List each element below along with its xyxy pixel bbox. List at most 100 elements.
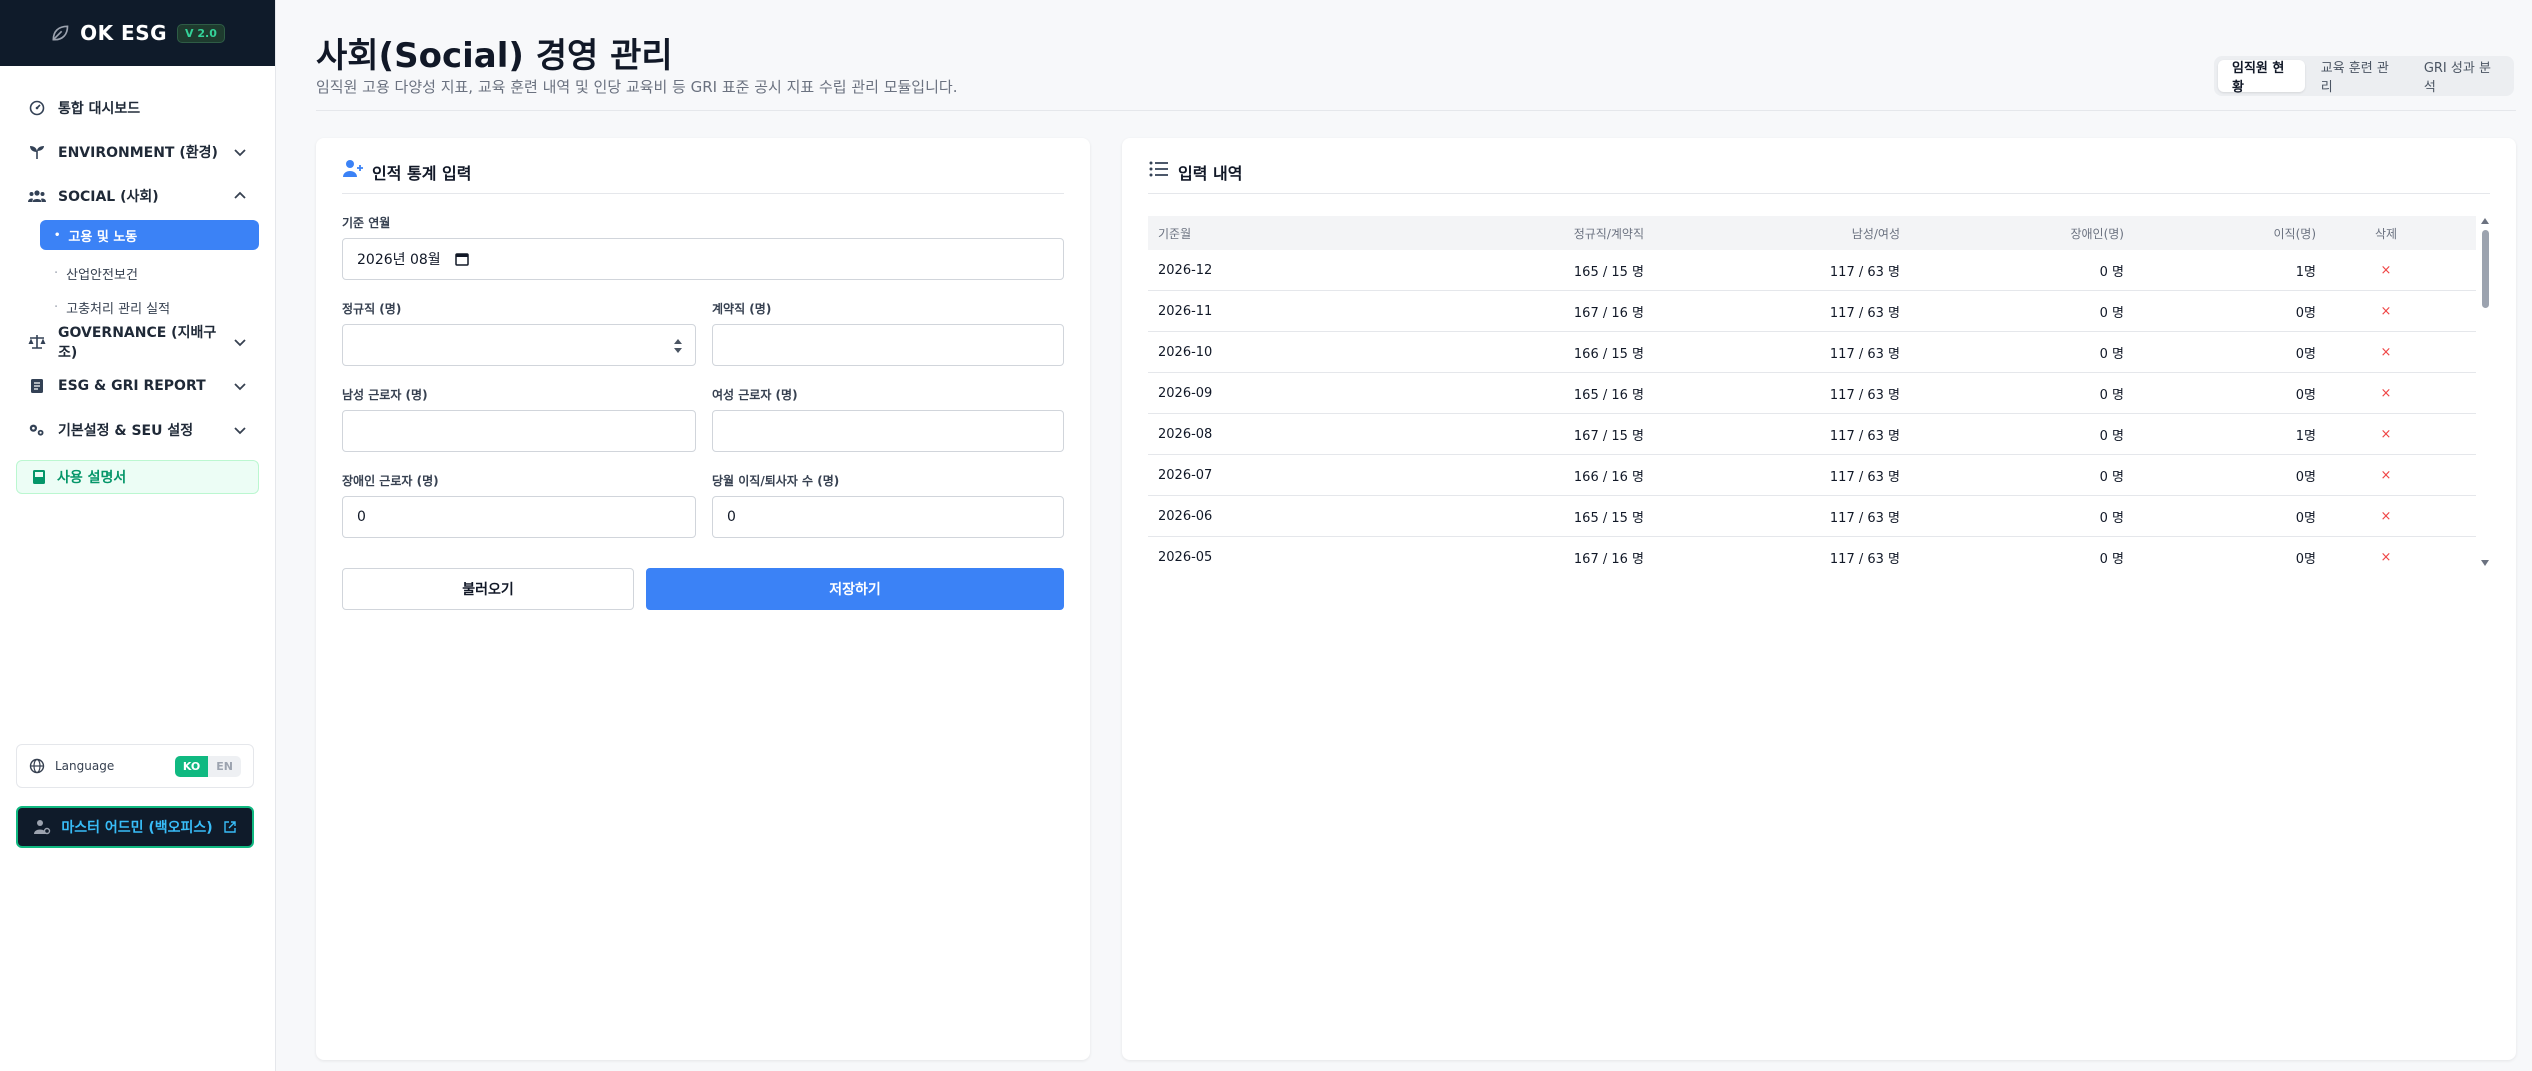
sidebar-item-settings[interactable]: 기본설정 & SEU 설정 xyxy=(16,416,259,444)
turnover-input[interactable]: 0 xyxy=(712,496,1064,538)
table-row: 2026-05 167 / 16 명 117 / 63 명 0 명 0명 × xyxy=(1148,537,2476,568)
table-row: 2026-12 165 / 15 명 117 / 63 명 0 명 1명 × xyxy=(1148,250,2476,291)
language-en-button[interactable]: EN xyxy=(208,756,241,777)
history-card-title: 입력 내역 xyxy=(1148,160,2490,194)
scale-icon xyxy=(28,333,46,351)
cell-month: 2026-07 xyxy=(1158,467,1213,483)
number-stepper-icon[interactable] xyxy=(673,337,683,355)
sidebar-item-environment[interactable]: ENVIRONMENT (환경) xyxy=(16,138,259,166)
language-switcher: Language KO EN xyxy=(16,744,254,788)
sidebar: OK ESG V 2.0 통합 대시보드 ENVIRONMENT (환경) SO… xyxy=(0,0,276,1071)
cell-male-female: 117 / 63 명 xyxy=(1829,510,1900,526)
globe-icon xyxy=(29,758,45,774)
cell-disabled: 0 명 xyxy=(2099,346,2124,362)
table-row: 2026-09 165 / 16 명 117 / 63 명 0 명 0명 × xyxy=(1148,373,2476,414)
table-row: 2026-11 167 / 16 명 117 / 63 명 0 명 0명 × xyxy=(1148,291,2476,332)
table-row: 2026-06 165 / 15 명 117 / 63 명 0 명 0명 × xyxy=(1148,496,2476,537)
sidebar-subitem-grievance[interactable]: 고충처리 관리 실적 xyxy=(40,294,259,320)
load-button[interactable]: 불러오기 xyxy=(342,568,634,610)
delete-row-button[interactable]: × xyxy=(2316,386,2456,401)
cell-month: 2026-11 xyxy=(1158,303,1213,319)
delete-row-button[interactable]: × xyxy=(2316,509,2456,524)
cell-month: 2026-10 xyxy=(1158,344,1213,360)
hr-stats-form-card: 인적 통계 입력 기준 연월 2026년 08월 정규직 (명) 계약직 (명)… xyxy=(316,138,1090,1060)
contract-label: 계약직 (명) xyxy=(712,302,772,316)
table-scrollbar[interactable] xyxy=(2478,216,2492,568)
sidebar-nav: 통합 대시보드 ENVIRONMENT (환경) SOCIAL (사회) 고용 … xyxy=(0,66,275,494)
sidebar-item-label: SOCIAL (사회) xyxy=(58,189,159,205)
cell-month: 2026-05 xyxy=(1158,550,1213,565)
users-icon xyxy=(28,187,46,205)
history-card: 입력 내역 기준월 정규직/계약직 남성/여성 장애인(명) 이직(명) 삭제 … xyxy=(1122,138,2516,1060)
delete-row-button[interactable]: × xyxy=(2316,304,2456,319)
external-link-icon xyxy=(223,821,236,833)
delete-row-button[interactable]: × xyxy=(2316,263,2456,278)
regular-label: 정규직 (명) xyxy=(342,302,402,316)
delete-row-button[interactable]: × xyxy=(2316,345,2456,360)
cell-turnover: 1명 xyxy=(2295,428,2316,444)
cell-turnover: 0명 xyxy=(2295,469,2316,485)
cell-regular-contract: 167 / 15 명 xyxy=(1573,428,1644,444)
tab-training-management[interactable]: 교육 훈련 관리 xyxy=(2307,60,2408,95)
cell-male-female: 117 / 63 명 xyxy=(1829,387,1900,403)
sidebar-item-report[interactable]: ESG & GRI REPORT xyxy=(16,372,259,400)
calendar-icon[interactable] xyxy=(454,252,469,266)
language-toggle: KO EN xyxy=(174,755,241,777)
delete-row-button[interactable]: × xyxy=(2316,427,2456,442)
brand-header[interactable]: OK ESG V 2.0 xyxy=(0,0,275,66)
tab-gri-analysis[interactable]: GRI 성과 분석 xyxy=(2410,60,2510,95)
cell-male-female: 117 / 63 명 xyxy=(1829,264,1900,280)
form-title-text: 인적 통계 입력 xyxy=(372,164,472,183)
sidebar-subitem-employment[interactable]: 고용 및 노동 xyxy=(40,220,259,250)
cell-turnover: 0명 xyxy=(2295,552,2316,567)
language-ko-button[interactable]: KO xyxy=(174,755,209,777)
column-header: 삭제 xyxy=(2374,226,2398,241)
sidebar-item-social[interactable]: SOCIAL (사회) xyxy=(16,182,259,210)
delete-row-button[interactable]: × xyxy=(2316,468,2456,483)
page-title: 사회(Social) 경영 관리 xyxy=(316,36,673,76)
column-header: 기준월 xyxy=(1158,226,1192,241)
column-header: 장애인(명) xyxy=(2070,226,2124,241)
cell-regular-contract: 167 / 16 명 xyxy=(1573,305,1644,321)
scroll-up-icon[interactable] xyxy=(2480,216,2490,226)
save-button[interactable]: 저장하기 xyxy=(646,568,1064,610)
chevron-down-icon xyxy=(234,427,246,435)
tab-employee-status[interactable]: 임직원 현황 xyxy=(2218,60,2305,95)
female-input[interactable] xyxy=(712,410,1064,452)
sidebar-item-dashboard[interactable]: 통합 대시보드 xyxy=(16,94,259,122)
month-input[interactable]: 2026년 08월 xyxy=(342,238,1064,280)
turnover-value: 0 xyxy=(727,509,736,525)
cell-regular-contract: 167 / 16 명 xyxy=(1573,552,1644,567)
chevron-down-icon xyxy=(234,383,246,391)
sidebar-subitem-safety[interactable]: 산업안전보건 xyxy=(40,260,259,286)
cell-male-female: 117 / 63 명 xyxy=(1829,346,1900,362)
version-badge: V 2.0 xyxy=(177,23,225,43)
cell-disabled: 0 명 xyxy=(2099,387,2124,403)
scrollbar-thumb[interactable] xyxy=(2482,230,2489,308)
table-row: 2026-08 167 / 15 명 117 / 63 명 0 명 1명 × xyxy=(1148,414,2476,455)
column-header: 이직(명) xyxy=(2273,226,2316,241)
history-table[interactable]: 기준월 정규직/계약직 남성/여성 장애인(명) 이직(명) 삭제 2026-1… xyxy=(1148,216,2492,568)
delete-row-button[interactable]: × xyxy=(2316,550,2456,565)
regular-input[interactable] xyxy=(342,324,696,366)
sidebar-item-label: 기본설정 & SEU 설정 xyxy=(58,423,194,439)
sidebar-item-label: ESG & GRI REPORT xyxy=(58,378,206,394)
cell-disabled: 0 명 xyxy=(2099,305,2124,321)
cell-disabled: 0 명 xyxy=(2099,552,2124,567)
leaf-icon xyxy=(28,143,46,161)
contract-input[interactable] xyxy=(712,324,1064,366)
brand-name: OK ESG xyxy=(80,21,168,45)
cell-regular-contract: 166 / 16 명 xyxy=(1573,469,1644,485)
user-guide-button[interactable]: 사용 설명서 xyxy=(16,460,259,494)
male-input[interactable] xyxy=(342,410,696,452)
disabled-input[interactable]: 0 xyxy=(342,496,696,538)
month-value: 2026년 08월 xyxy=(357,252,441,268)
report-icon xyxy=(28,377,46,395)
cell-disabled: 0 명 xyxy=(2099,428,2124,444)
cell-disabled: 0 명 xyxy=(2099,469,2124,485)
scroll-down-icon[interactable] xyxy=(2480,558,2490,568)
chevron-down-icon xyxy=(234,149,246,157)
cell-male-female: 117 / 63 명 xyxy=(1829,469,1900,485)
sidebar-item-governance[interactable]: GOVERNANCE (지배구조) xyxy=(16,325,259,361)
master-admin-button[interactable]: 마스터 어드민 (백오피스) xyxy=(16,806,254,848)
